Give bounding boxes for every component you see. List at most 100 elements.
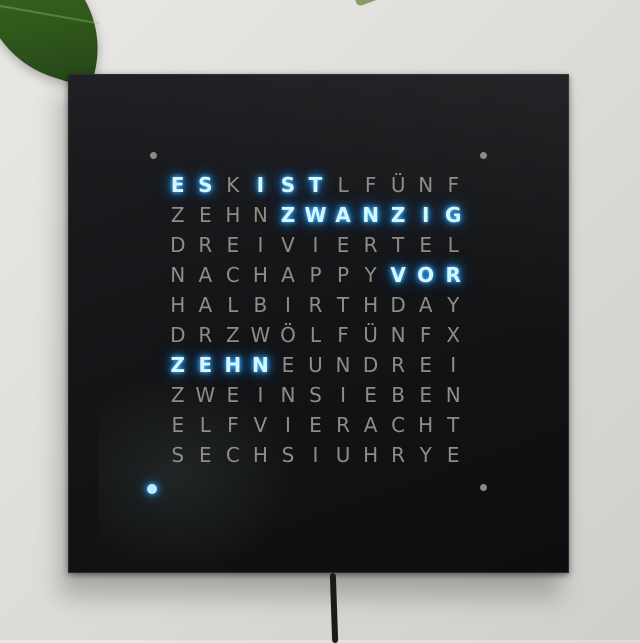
- clock-letter: Ö: [280, 323, 296, 347]
- clock-letter: L: [199, 413, 211, 437]
- clock-letter: K: [226, 173, 240, 197]
- minute-dot-bottom-left-lit: [147, 484, 157, 494]
- clock-letter: E: [170, 173, 185, 197]
- clock-letter: X: [446, 323, 461, 347]
- clock-letter: C: [225, 263, 240, 287]
- word-clock: ESKISTLFÜNFZEHNZWANZIGDREIVIERTELNACHAPP…: [68, 74, 569, 574]
- clock-letter: Z: [170, 353, 186, 377]
- clock-letter: P: [337, 263, 350, 287]
- clock-letter: F: [364, 173, 377, 197]
- clock-letter: R: [391, 443, 406, 467]
- clock-letter: I: [257, 383, 264, 407]
- clock-letter: H: [418, 413, 434, 437]
- clock-letter: E: [309, 413, 322, 437]
- clock-letter: Z: [170, 383, 185, 407]
- clock-letter: N: [418, 173, 434, 197]
- clock-letter: N: [252, 203, 268, 227]
- clock-letter: L: [337, 173, 349, 197]
- clock-letter: C: [391, 413, 406, 437]
- clock-letter: I: [257, 233, 264, 257]
- letter-grid: ESKISTLFÜNFZEHNZWANZIGDREIVIERTELNACHAPP…: [164, 170, 467, 470]
- clock-letter: A: [198, 293, 213, 317]
- clock-letter: S: [281, 443, 295, 467]
- clock-letter: H: [170, 293, 186, 317]
- clock-letter: E: [198, 443, 212, 467]
- clock-letter: F: [447, 173, 459, 197]
- clock-letter: N: [445, 383, 461, 407]
- clock-letter: L: [309, 323, 322, 347]
- clock-letter: H: [363, 443, 379, 467]
- clock-letter: H: [252, 263, 268, 287]
- clock-letter: R: [445, 263, 461, 287]
- clock-letter: U: [335, 443, 351, 467]
- clock-letter: Y: [419, 443, 432, 467]
- clock-letter: Ü: [390, 173, 406, 197]
- clock-letter: D: [390, 293, 406, 317]
- clock-letter: T: [447, 413, 460, 437]
- clock-letter: Z: [280, 203, 296, 227]
- clock-letter: E: [171, 413, 185, 437]
- clock-letter: N: [170, 263, 186, 287]
- clock-letter: W: [304, 203, 327, 227]
- clock-letter: S: [171, 443, 185, 467]
- clock-letter: W: [250, 323, 271, 347]
- clock-letter: E: [198, 353, 213, 377]
- clock-letter: R: [198, 323, 213, 347]
- clock-letter: I: [312, 233, 319, 257]
- clock-letter: R: [308, 293, 323, 317]
- clock-letter: A: [363, 413, 378, 437]
- clock-letter: R: [391, 353, 406, 377]
- clock-letter: U: [308, 353, 323, 377]
- clock-letter: T: [308, 173, 323, 197]
- minute-dot-bottom-right: [480, 484, 487, 491]
- clock-letter: T: [392, 233, 405, 257]
- clock-letter: A: [281, 263, 295, 287]
- clock-letter: N: [390, 323, 406, 347]
- clock-letter: Y: [447, 293, 460, 317]
- clock-letter: Z: [226, 323, 240, 347]
- clock-letter: F: [337, 323, 349, 347]
- clock-letter: A: [198, 263, 213, 287]
- clock-letter: H: [225, 203, 241, 227]
- clock-letter: V: [390, 263, 406, 287]
- clock-letter: I: [312, 443, 319, 467]
- clock-letter: I: [450, 353, 457, 377]
- clock-letter: E: [419, 233, 432, 257]
- clock-letter: T: [336, 293, 350, 317]
- clock-letter: Z: [390, 203, 406, 227]
- clock-letter: I: [340, 383, 346, 407]
- clock-letter: O: [417, 263, 435, 287]
- clock-letter: E: [446, 443, 460, 467]
- clock-letter: F: [419, 323, 432, 347]
- clock-letter: Z: [170, 203, 185, 227]
- clock-letter: P: [309, 263, 322, 287]
- clock-letter: V: [253, 413, 268, 437]
- clock-letter: D: [170, 233, 186, 257]
- clock-letter: S: [280, 173, 296, 197]
- clock-letter: W: [195, 383, 216, 407]
- clock-letter: R: [363, 233, 378, 257]
- minute-dot-top-left: [150, 152, 157, 159]
- clock-letter: N: [280, 383, 296, 407]
- clock-letter: N: [362, 203, 379, 227]
- clock-letter: Y: [364, 263, 377, 287]
- clock-letter: I: [421, 203, 430, 227]
- clock-letter: I: [284, 413, 291, 437]
- clock-letter: B: [391, 383, 405, 407]
- clock-letter: R: [336, 413, 350, 437]
- clock-letter: H: [363, 293, 379, 317]
- clock-letter: V: [281, 233, 295, 257]
- clock-letter: A: [418, 293, 433, 317]
- clock-letter: D: [362, 353, 379, 377]
- clock-letter: C: [225, 443, 240, 467]
- clock-letter: H: [252, 443, 268, 467]
- clock-letter: E: [364, 383, 377, 407]
- clock-letter: H: [224, 353, 242, 377]
- clock-letter: Ü: [363, 323, 378, 347]
- clock-letter: E: [226, 233, 240, 257]
- clock-letter: I: [256, 173, 265, 197]
- clock-letter: E: [419, 353, 432, 377]
- clock-letter: E: [198, 203, 212, 227]
- clock-letter: E: [336, 233, 350, 257]
- clock-letter: A: [335, 203, 351, 227]
